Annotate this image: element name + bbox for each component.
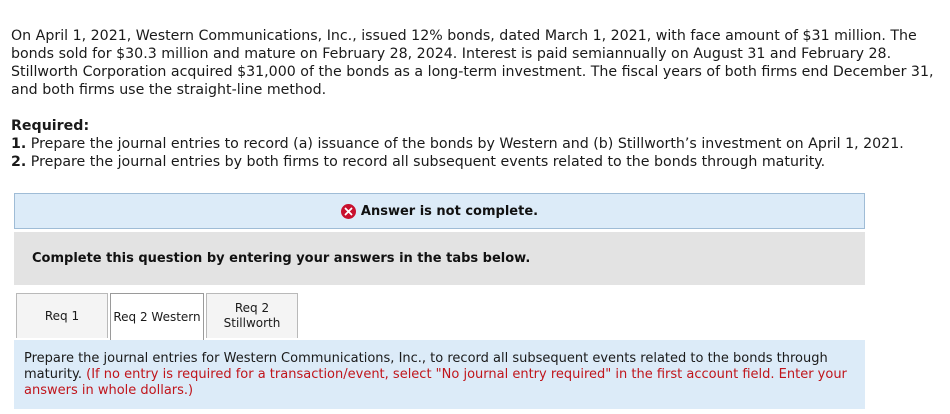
required-heading: Required: — [11, 118, 90, 134]
tab-req-1[interactable]: Req 1 — [16, 293, 108, 338]
answer-status-banner: Answer is not complete. — [14, 193, 865, 229]
tabs-instruction-bar: Complete this question by entering your … — [14, 232, 865, 285]
tab-req-2-stillworth-line1: Req 2 — [234, 301, 270, 315]
requirement-2: 2. Prepare the journal entries by both f… — [11, 153, 946, 171]
requirement-2-text: Prepare the journal entries by both firm… — [26, 154, 826, 170]
tab-req-2-western[interactable]: Req 2 Western — [110, 293, 204, 341]
tab-req-2-stillworth-label: Req 2 Stillworth — [224, 301, 281, 331]
requirement-2-number: 2. — [11, 154, 27, 170]
tab-req-2-western-label: Req 2 Western — [113, 310, 201, 324]
problem-statement: On April 1, 2021, Western Communications… — [11, 28, 934, 98]
tabs-instruction-text: Complete this question by entering your … — [32, 251, 531, 266]
answer-status-text: Answer is not complete. — [360, 203, 539, 219]
tab-req-2-stillworth[interactable]: Req 2 Stillworth — [206, 293, 298, 338]
x-circle-icon — [340, 203, 356, 219]
panel-instruction-note: (If no entry is required for a transacti… — [24, 367, 847, 398]
tab-req-1-label: Req 1 — [44, 308, 80, 323]
requirement-1-number: 1. — [11, 136, 27, 152]
tab-content-panel: Prepare the journal entries for Western … — [14, 340, 865, 409]
required-section: Required: 1. Prepare the journal entries… — [11, 117, 946, 171]
tab-req-2-stillworth-line2: Stillworth — [223, 316, 281, 330]
requirement-1: 1. Prepare the journal entries to record… — [11, 135, 946, 153]
requirement-1-text: Prepare the journal entries to record (a… — [26, 136, 904, 152]
